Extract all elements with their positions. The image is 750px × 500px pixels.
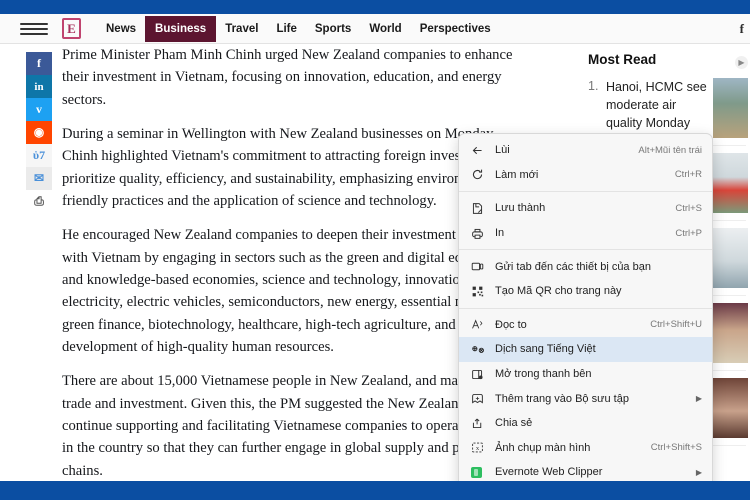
nav-item-world[interactable]: World xyxy=(360,17,410,41)
back-arrow-icon xyxy=(471,144,491,157)
nav-item-life[interactable]: Life xyxy=(267,17,305,41)
chevron-right-icon: ▶ xyxy=(695,467,702,477)
menu-item-label: Đọc to xyxy=(495,318,527,331)
menu-item-label: In xyxy=(495,227,505,240)
most-read-headline[interactable]: Hanoi, HCMC see moderate air quality Mon… xyxy=(606,78,707,132)
screenshot-icon: x xyxy=(471,441,491,454)
menu-item-m-trong-thanh-b-n[interactable]: Mở trong thanh bên xyxy=(459,362,712,387)
menu-item-label: Lưu thành xyxy=(495,202,546,215)
facebook-share-icon[interactable]: f xyxy=(26,52,52,75)
share-icon xyxy=(471,417,491,430)
menu-item-label: Mở trong thanh bên xyxy=(495,368,592,381)
translate-icon xyxy=(471,343,491,356)
site-header: E News Business Travel Life Sports World Persp… xyxy=(0,14,750,44)
site-logo[interactable]: E xyxy=(62,18,81,39)
most-read-rank: 1. xyxy=(588,79,599,93)
read-aloud-icon xyxy=(471,318,491,331)
svg-text:x: x xyxy=(476,445,480,452)
menu-item-label: Thêm trang vào Bộ sưu tập xyxy=(495,392,629,405)
menu-item-shortcut: Ctrl+Shift+U xyxy=(650,319,702,331)
menu-item-l-i[interactable]: Lùi Alt+Mũi tên trái xyxy=(459,138,712,163)
menu-item-label: Ảnh chụp màn hình xyxy=(495,441,591,454)
copy-link-icon[interactable]: ὑ7 xyxy=(26,144,52,167)
chevron-right-icon[interactable]: ▶ xyxy=(735,56,748,69)
nav-item-perspectives[interactable]: Perspectives xyxy=(411,17,500,41)
menu-separator xyxy=(459,191,712,193)
refresh-icon xyxy=(471,168,491,181)
nav-item-sports[interactable]: Sports xyxy=(306,17,360,41)
browser-top-bar xyxy=(0,0,750,14)
social-share-rail: f in ᴠ ◉ ὑ7 ✉ ⎙ xyxy=(26,52,52,213)
menu-item-l-m-m-i[interactable]: Làm mới Ctrl+R xyxy=(459,163,712,188)
send-to-device-icon xyxy=(471,260,491,273)
hamburger-menu-icon[interactable] xyxy=(20,22,48,35)
menu-separator xyxy=(459,249,712,251)
print-icon xyxy=(471,227,491,240)
sidebar-title: Most Read xyxy=(588,52,657,67)
nav-item-travel[interactable]: Travel xyxy=(216,17,267,41)
chevron-right-icon: ▶ xyxy=(695,394,702,404)
linkedin-share-icon[interactable]: in xyxy=(26,75,52,98)
main-nav: News Business Travel Life Sports World Perspec… xyxy=(97,14,500,43)
article-paragraph: Prime Minister Pham Minh Chinh urged New… xyxy=(62,47,513,108)
logo-letter: E xyxy=(67,20,76,36)
evernote-icon xyxy=(471,466,491,478)
menu-item-shortcut: Ctrl+R xyxy=(674,169,702,181)
qr-code-icon xyxy=(471,285,491,298)
menu-item-g-i-tab-n-c-c-thi-t-b-c-a-b-n[interactable]: Gửi tab đến các thiết bị của bạn xyxy=(459,254,712,279)
facebook-icon[interactable]: f xyxy=(740,21,744,37)
email-share-icon[interactable]: ✉ xyxy=(26,167,52,190)
menu-item-c-to[interactable]: Đọc to Ctrl+Shift+U xyxy=(459,313,712,338)
menu-item-shortcut: Ctrl+P xyxy=(675,227,702,239)
menu-item-label: Lùi xyxy=(495,144,510,157)
menu-item-nh-ch-p-m-n-h-nh[interactable]: x Ảnh chụp màn hình Ctrl+Shift+S xyxy=(459,436,712,461)
menu-item-label: Dịch sang Tiếng Việt xyxy=(495,343,596,356)
most-read-thumbnail[interactable] xyxy=(713,303,748,363)
browser-bottom-bar xyxy=(0,481,750,500)
nav-item-news[interactable]: News xyxy=(97,17,145,41)
menu-item-shortcut: Ctrl+Shift+S xyxy=(650,442,702,454)
menu-item-in[interactable]: In Ctrl+P xyxy=(459,221,712,246)
most-read-thumbnail[interactable] xyxy=(713,228,748,288)
twitter-share-icon[interactable]: ᴠ xyxy=(26,98,52,121)
menu-item-label: Chia sẻ xyxy=(495,417,533,430)
browser-context-menu: Lùi Alt+Mũi tên trái Làm mới Ctrl+R Lưu thàn… xyxy=(458,133,713,500)
menu-separator xyxy=(459,307,712,309)
most-read-thumbnail[interactable] xyxy=(713,153,748,213)
menu-item-t-o-m-qr-cho-trang-n-y[interactable]: Tạo Mã QR cho trang này xyxy=(459,279,712,304)
nav-item-business[interactable]: Business xyxy=(145,15,217,42)
menu-item-th-m-trang-v-o-b-s-u-t-p[interactable]: Thêm trang vào Bộ sưu tập ▶ xyxy=(459,386,712,411)
print-icon[interactable]: ⎙ xyxy=(26,190,52,213)
menu-item-shortcut: Alt+Mũi tên trái xyxy=(638,144,702,156)
reddit-share-icon[interactable]: ◉ xyxy=(26,121,52,144)
open-in-sidebar-icon xyxy=(471,368,491,381)
most-read-thumbnail[interactable] xyxy=(713,378,748,438)
most-read-thumbnail[interactable] xyxy=(713,78,748,138)
save-page-icon xyxy=(471,202,491,215)
menu-item-label: Tạo Mã QR cho trang này xyxy=(495,285,622,298)
menu-item-label: Gửi tab đến các thiết bị của bạn xyxy=(495,260,651,273)
browser-window: E News Business Travel Life Sports World Persp… xyxy=(0,0,750,500)
menu-item-label: Evernote Web Clipper xyxy=(495,466,603,479)
menu-item-d-ch-sang-ti-ng-vi-t[interactable]: Dịch sang Tiếng Việt xyxy=(459,337,712,362)
menu-item-chia-s[interactable]: Chia sẻ xyxy=(459,411,712,436)
add-to-collections-icon xyxy=(471,392,491,405)
menu-item-l-u-th-nh[interactable]: Lưu thành Ctrl+S xyxy=(459,196,712,221)
menu-item-label: Làm mới xyxy=(495,168,539,181)
menu-item-shortcut: Ctrl+S xyxy=(675,202,702,214)
